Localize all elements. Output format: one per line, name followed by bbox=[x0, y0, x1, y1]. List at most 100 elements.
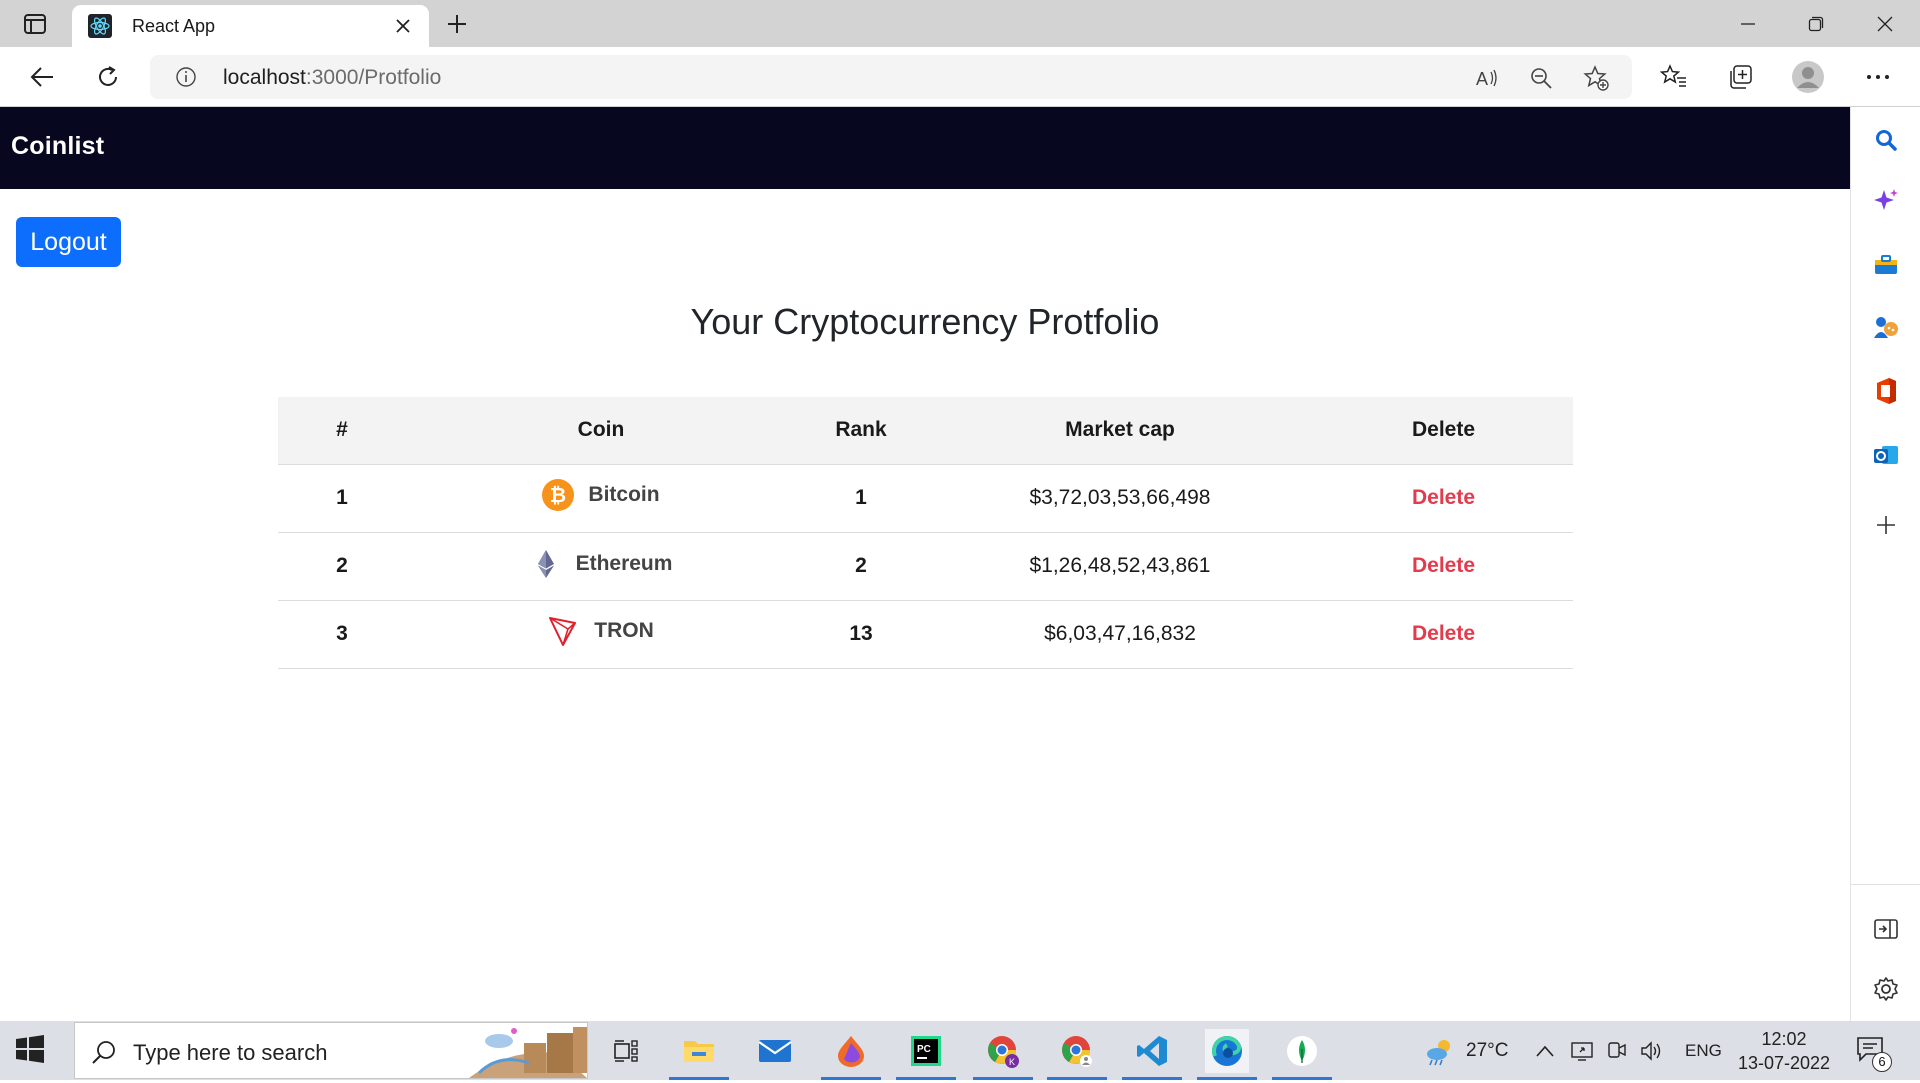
navbar: Coinlist bbox=[0, 107, 1850, 189]
delete-cell: Delete bbox=[1314, 532, 1573, 601]
discover-icon[interactable] bbox=[1870, 185, 1902, 217]
delete-cell: Delete bbox=[1314, 464, 1573, 533]
close-tab-icon[interactable] bbox=[391, 14, 415, 38]
market-cap: $6,03,47,16,832 bbox=[926, 600, 1314, 669]
back-button[interactable] bbox=[24, 59, 60, 95]
coin-cell: ₿ Bitcoin bbox=[406, 464, 796, 533]
coin-name[interactable]: Bitcoin bbox=[588, 483, 659, 507]
url-text[interactable]: localhost:3000/Protfolio bbox=[223, 66, 441, 90]
coin-name[interactable]: Ethereum bbox=[576, 552, 673, 576]
mongodb-compass-icon[interactable] bbox=[1272, 1029, 1332, 1080]
input-language[interactable]: ENG bbox=[1685, 1041, 1722, 1061]
logout-button[interactable]: Logout bbox=[16, 217, 121, 267]
ethereum-icon bbox=[530, 548, 562, 580]
bitcoin-icon: ₿ bbox=[542, 479, 575, 511]
search-placeholder: Type here to search bbox=[133, 1040, 328, 1065]
favorites-icon[interactable] bbox=[1656, 59, 1692, 95]
tools-icon[interactable] bbox=[1870, 249, 1902, 281]
chrome-icon[interactable] bbox=[1047, 1029, 1107, 1080]
clock-time: 12:02 bbox=[1761, 1029, 1807, 1049]
table-row: 1 ₿ Bitcoin 1 $3,72,03,53,66,498 Delete bbox=[278, 464, 1573, 533]
edge-icon[interactable] bbox=[1197, 1029, 1257, 1080]
chrome-profile-icon[interactable]: K bbox=[973, 1029, 1033, 1080]
vscode-icon[interactable] bbox=[1122, 1029, 1182, 1080]
add-icon[interactable] bbox=[1870, 509, 1902, 541]
taskbar: Type here to search PC K 27°C ENG 12:02 … bbox=[0, 1021, 1920, 1080]
games-icon[interactable] bbox=[1870, 311, 1902, 343]
coin-cell: TRON bbox=[406, 600, 796, 669]
weather-icon[interactable] bbox=[1424, 1036, 1456, 1066]
taskbar-search[interactable]: Type here to search bbox=[74, 1022, 588, 1079]
sidebar-divider bbox=[1851, 884, 1920, 885]
tab-actions-icon[interactable] bbox=[21, 11, 49, 37]
outlook-icon[interactable] bbox=[1870, 439, 1902, 471]
weather-temperature[interactable]: 27°C bbox=[1466, 1040, 1508, 1062]
clock[interactable]: 12:02 13-07-2022 bbox=[1734, 1027, 1834, 1075]
more-options-icon[interactable] bbox=[1860, 59, 1896, 95]
row-number: 1 bbox=[278, 464, 406, 533]
pycharm-icon[interactable]: PC bbox=[896, 1029, 956, 1080]
search-icon[interactable] bbox=[1870, 124, 1902, 156]
minimize-button[interactable] bbox=[1732, 9, 1764, 39]
coin-rank: 1 bbox=[796, 464, 926, 533]
new-tab-button[interactable] bbox=[442, 10, 472, 38]
notification-count: 6 bbox=[1872, 1052, 1892, 1072]
brand-logo[interactable]: Coinlist bbox=[11, 132, 104, 161]
coin-rank: 13 bbox=[796, 600, 926, 669]
settings-icon[interactable] bbox=[1870, 973, 1902, 1005]
table-header-row: # Coin Rank Market cap Delete bbox=[278, 397, 1573, 465]
coin-rank: 2 bbox=[796, 532, 926, 601]
office-icon[interactable] bbox=[1870, 375, 1902, 407]
column-header-coin: Coin bbox=[406, 397, 796, 465]
restore-button[interactable] bbox=[1800, 9, 1832, 39]
browser-titlebar: React App bbox=[0, 0, 1920, 47]
add-favorite-icon[interactable] bbox=[1583, 65, 1609, 91]
delete-button[interactable]: Delete bbox=[1412, 622, 1475, 645]
close-window-button[interactable] bbox=[1869, 9, 1901, 39]
file-explorer-icon[interactable] bbox=[669, 1029, 729, 1080]
hide-sidebar-icon[interactable] bbox=[1870, 913, 1902, 945]
address-bar[interactable]: localhost:3000/Protfolio A bbox=[150, 55, 1632, 99]
search-highlight-image bbox=[469, 1023, 587, 1078]
delete-button[interactable]: Delete bbox=[1412, 554, 1475, 577]
table-row: 2 Ethereum 2 $1,26,48,52,43,861 Delete bbox=[278, 532, 1573, 601]
row-number: 2 bbox=[278, 532, 406, 601]
refresh-button[interactable] bbox=[90, 59, 126, 95]
delete-cell: Delete bbox=[1314, 600, 1573, 669]
windows-start-icon[interactable] bbox=[16, 1035, 50, 1069]
row-number: 3 bbox=[278, 600, 406, 669]
chevron-up-icon[interactable] bbox=[1533, 1039, 1557, 1063]
delete-button[interactable]: Delete bbox=[1412, 486, 1475, 509]
tron-icon bbox=[548, 615, 580, 647]
table-row: 3 TRON 13 $6,03,47,16,832 Delete bbox=[278, 600, 1573, 669]
browser-toolbar: localhost:3000/Protfolio A bbox=[0, 47, 1920, 107]
task-view-icon[interactable] bbox=[604, 1029, 648, 1073]
notifications-icon[interactable]: 6 bbox=[1856, 1036, 1892, 1072]
profile-avatar[interactable] bbox=[1790, 59, 1826, 95]
tab-title: React App bbox=[132, 15, 216, 36]
paint-app-icon[interactable] bbox=[821, 1029, 881, 1080]
read-aloud-icon[interactable]: A bbox=[1475, 65, 1501, 91]
mail-icon[interactable] bbox=[753, 1029, 797, 1073]
svg-text:₿: ₿ bbox=[550, 483, 566, 507]
clock-date: 13-07-2022 bbox=[1737, 1053, 1831, 1073]
svg-text:PC: PC bbox=[917, 1044, 931, 1055]
portfolio-table: # Coin Rank Market cap Delete 1 ₿ Bitcoi… bbox=[278, 397, 1573, 669]
column-header-number: # bbox=[278, 397, 406, 465]
network-icon[interactable] bbox=[1570, 1039, 1594, 1063]
search-icon bbox=[89, 1037, 119, 1067]
edge-sidebar bbox=[1850, 107, 1920, 1021]
market-cap: $3,72,03,53,66,498 bbox=[926, 464, 1314, 533]
web-page: Coinlist Logout Your Cryptocurrency Prot… bbox=[0, 107, 1850, 1021]
market-cap: $1,26,48,52,43,861 bbox=[926, 532, 1314, 601]
volume-icon[interactable] bbox=[1640, 1039, 1664, 1063]
svg-text:A: A bbox=[1476, 69, 1488, 89]
column-header-rank: Rank bbox=[796, 397, 926, 465]
coin-name[interactable]: TRON bbox=[594, 619, 654, 643]
info-icon[interactable] bbox=[174, 65, 198, 89]
column-header-market-cap: Market cap bbox=[926, 397, 1314, 465]
zoom-out-icon[interactable] bbox=[1528, 65, 1554, 91]
browser-tab[interactable]: React App bbox=[72, 5, 429, 47]
collections-icon[interactable] bbox=[1722, 59, 1758, 95]
meet-now-icon[interactable] bbox=[1605, 1039, 1629, 1063]
